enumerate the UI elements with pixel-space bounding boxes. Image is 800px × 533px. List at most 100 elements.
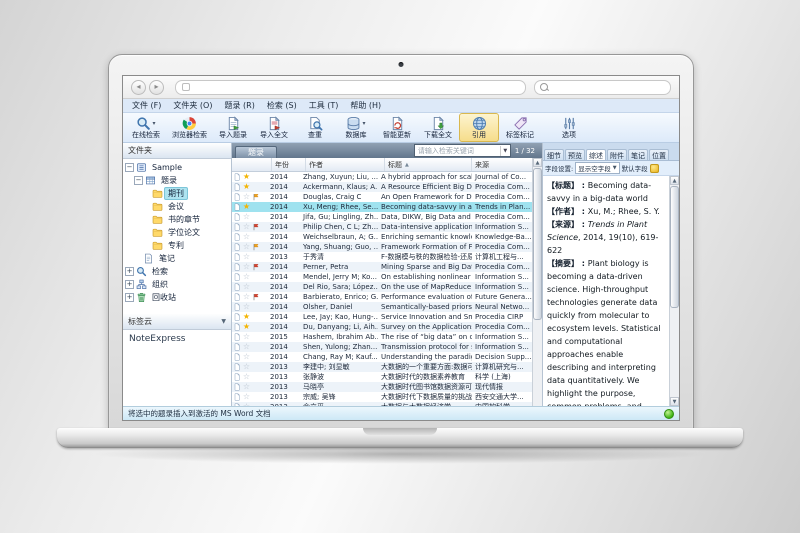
sidebar-item-Sample[interactable]: −Sample — [123, 161, 231, 174]
table-row[interactable]: ★2014Lee, Jay; Kao, Hung-...Service Inno… — [232, 312, 532, 322]
sidebar-item-组织[interactable]: +组织 — [123, 278, 231, 291]
field-settings-icon[interactable] — [650, 164, 659, 173]
toolbar-button-online-search[interactable]: ▾在线检索 — [126, 113, 166, 142]
flag-yellow-icon[interactable] — [252, 243, 261, 251]
star-rating-icon[interactable]: ☆ — [242, 253, 251, 261]
back-button[interactable]: ◂ — [131, 80, 146, 95]
toolbar-button-import-records[interactable]: 导入题录 — [213, 113, 253, 142]
scrollbar-thumb[interactable] — [533, 168, 542, 320]
toolbar-button-browser-search[interactable]: 浏览器检索 — [167, 113, 212, 142]
table-row[interactable]: ☆2014Yang, Shuang; Guo, ...Framework For… — [232, 242, 532, 252]
table-row[interactable]: ☆2014Barbierato, Enrico; G...Performance… — [232, 292, 532, 302]
column-icons-header[interactable] — [232, 158, 272, 171]
table-row[interactable]: ☆2014Jifa, Gu; Lingling, Zh...Data, DIKW… — [232, 212, 532, 222]
star-rating-icon[interactable]: ☆ — [242, 353, 251, 361]
browser-search-field[interactable] — [534, 80, 671, 95]
star-rating-icon[interactable]: ★ — [242, 313, 251, 321]
table-row[interactable]: ☆2013于秀清F-数据模与秩的数据检验-还原计算机工程与... — [232, 252, 532, 262]
table-row[interactable]: ☆2014Chang, Ray M; Kauf...Understanding … — [232, 352, 532, 362]
menu-item[interactable]: 工具 (T) — [309, 100, 339, 111]
table-row[interactable]: ☆2014Del Rio, Sara; López...On the use o… — [232, 282, 532, 292]
toolbar-button-smart-update[interactable]: 智能更新 — [377, 113, 417, 142]
column-header-year[interactable]: 年份 — [272, 158, 306, 171]
column-header-author[interactable]: 作者 — [306, 158, 385, 171]
table-row[interactable]: ☆2014Douglas, Craig CAn Open Framework f… — [232, 192, 532, 202]
default-fields-button[interactable]: 默认字段 — [622, 163, 648, 173]
star-rating-icon[interactable]: ☆ — [242, 193, 251, 201]
table-row[interactable]: ☆2014Philip Chen, C L; Zh...Data-intensi… — [232, 222, 532, 232]
table-row[interactable]: ☆2013宗威; 吴锋大数据时代下数据质量的挑战西安交通大学... — [232, 392, 532, 402]
star-rating-icon[interactable]: ★ — [242, 173, 251, 181]
menu-item[interactable]: 文件 (F) — [132, 100, 161, 111]
tagcloud-tag[interactable]: NoteExpress — [129, 334, 185, 344]
table-row[interactable]: ☆2014Shen, Yulong; Zhan...Transmission p… — [232, 342, 532, 352]
flag-red-icon[interactable] — [252, 223, 261, 231]
detail-tab-笔记[interactable]: 笔记 — [628, 149, 648, 160]
menu-item[interactable]: 检索 (S) — [267, 100, 297, 111]
flag-red-icon[interactable] — [252, 293, 261, 301]
table-row[interactable]: ★2014Xu, Meng; Rhee, Se...Becoming data-… — [232, 202, 532, 212]
records-scrollbar[interactable]: ▲ — [532, 158, 542, 406]
star-rating-icon[interactable]: ☆ — [242, 263, 251, 271]
detail-tab-细节[interactable]: 细节 — [544, 149, 564, 160]
table-row[interactable]: ☆2014Olsher, DanielSemantically-based pr… — [232, 302, 532, 312]
forward-button[interactable]: ▸ — [149, 80, 164, 95]
column-header-source[interactable]: 来源 — [472, 158, 532, 171]
table-row[interactable]: ☆2014Weichselbraun, A; G...Enriching sem… — [232, 232, 532, 242]
star-rating-icon[interactable]: ☆ — [242, 333, 251, 341]
star-rating-icon[interactable]: ☆ — [242, 383, 251, 391]
column-header-title[interactable]: 标题▲ — [385, 158, 472, 171]
field-display-dropdown[interactable]: 显示空字段 ▼ — [575, 162, 619, 174]
table-row[interactable]: ★2014Du, Danyang; Li, Aih...Survey on th… — [232, 322, 532, 332]
star-rating-icon[interactable]: ☆ — [242, 213, 251, 221]
star-rating-icon[interactable]: ☆ — [242, 303, 251, 311]
flag-red-icon[interactable] — [252, 263, 261, 271]
sidebar-item-会议[interactable]: 会议 — [123, 200, 231, 213]
sidebar-item-书的章节[interactable]: 书的章节 — [123, 213, 231, 226]
table-row[interactable]: ★2014Zhang, Xuyun; Liu, ...A hybrid appr… — [232, 172, 532, 182]
tab-records[interactable]: 题录 — [235, 146, 277, 158]
toolbar-button-cite[interactable]: 引用 — [459, 113, 499, 142]
sidebar-item-专利[interactable]: 专利 — [123, 239, 231, 252]
menu-item[interactable]: 文件夹 (O) — [173, 100, 212, 111]
star-rating-icon[interactable]: ☆ — [242, 233, 251, 241]
toolbar-button-options[interactable]: 选项 — [549, 113, 589, 142]
detail-tab-位置[interactable]: 位置 — [649, 149, 669, 160]
star-rating-icon[interactable]: ★ — [242, 323, 251, 331]
table-row[interactable]: ☆2013李建中; 刘显敏大数据的一个重要方面:数据可用性计算机研究与... — [232, 362, 532, 372]
scroll-up-icon[interactable]: ▲ — [533, 158, 542, 167]
table-row[interactable]: ☆2013张静波大数据时代的数据素养教育科学 (上海) — [232, 372, 532, 382]
star-rating-icon[interactable]: ★ — [242, 203, 251, 211]
sidebar-item-期刊[interactable]: 期刊 — [123, 187, 231, 200]
detail-tab-预览[interactable]: 预览 — [565, 149, 585, 160]
table-row[interactable]: ☆2015Hashem, Ibrahim Ab...The rise of “b… — [232, 332, 532, 342]
detail-tab-综述[interactable]: 综述 — [586, 149, 606, 160]
table-row[interactable]: ☆2013马晓亭大数据时代图书馆数据资源可用性保障研究现代情报 — [232, 382, 532, 392]
expand-toggle-icon[interactable]: + — [125, 267, 134, 276]
tagcloud-header[interactable]: 标签云 ▼ — [123, 314, 231, 330]
sidebar-item-题录[interactable]: −题录 — [123, 174, 231, 187]
scroll-up-icon[interactable]: ▲ — [670, 176, 679, 185]
star-rating-icon[interactable]: ★ — [242, 183, 251, 191]
detail-tab-附件[interactable]: 附件 — [607, 149, 627, 160]
chevron-down-icon[interactable]: ▼ — [500, 146, 510, 156]
star-rating-icon[interactable]: ☆ — [242, 393, 251, 401]
sidebar-item-检索[interactable]: +检索 — [123, 265, 231, 278]
sidebar-item-笔记[interactable]: 笔记 — [123, 252, 231, 265]
address-bar[interactable] — [175, 80, 526, 95]
records-search-input[interactable]: 请输入检索关键词 ▼ — [414, 144, 511, 157]
expand-toggle-icon[interactable]: − — [125, 163, 134, 172]
table-row[interactable]: ☆2014Mendel, Jerry M; Ko...On establishi… — [232, 272, 532, 282]
table-row[interactable]: ★2014Ackermann, Klaus; A...A Resource Ef… — [232, 182, 532, 192]
menu-item[interactable]: 题录 (R) — [224, 100, 254, 111]
scrollbar-thumb[interactable] — [670, 186, 679, 308]
toolbar-button-tag-mark[interactable]: 标签标记 — [500, 113, 540, 142]
toolbar-button-import-fulltext[interactable]: 导入全文 — [254, 113, 294, 142]
star-rating-icon[interactable]: ☆ — [242, 293, 251, 301]
detail-scrollbar[interactable]: ▲ ▼ — [669, 176, 679, 406]
star-rating-icon[interactable]: ☆ — [242, 363, 251, 371]
star-rating-icon[interactable]: ☆ — [242, 243, 251, 251]
star-rating-icon[interactable]: ☆ — [242, 373, 251, 381]
sidebar-item-回收站[interactable]: +回收站 — [123, 291, 231, 304]
flag-yellow-icon[interactable] — [252, 193, 261, 201]
